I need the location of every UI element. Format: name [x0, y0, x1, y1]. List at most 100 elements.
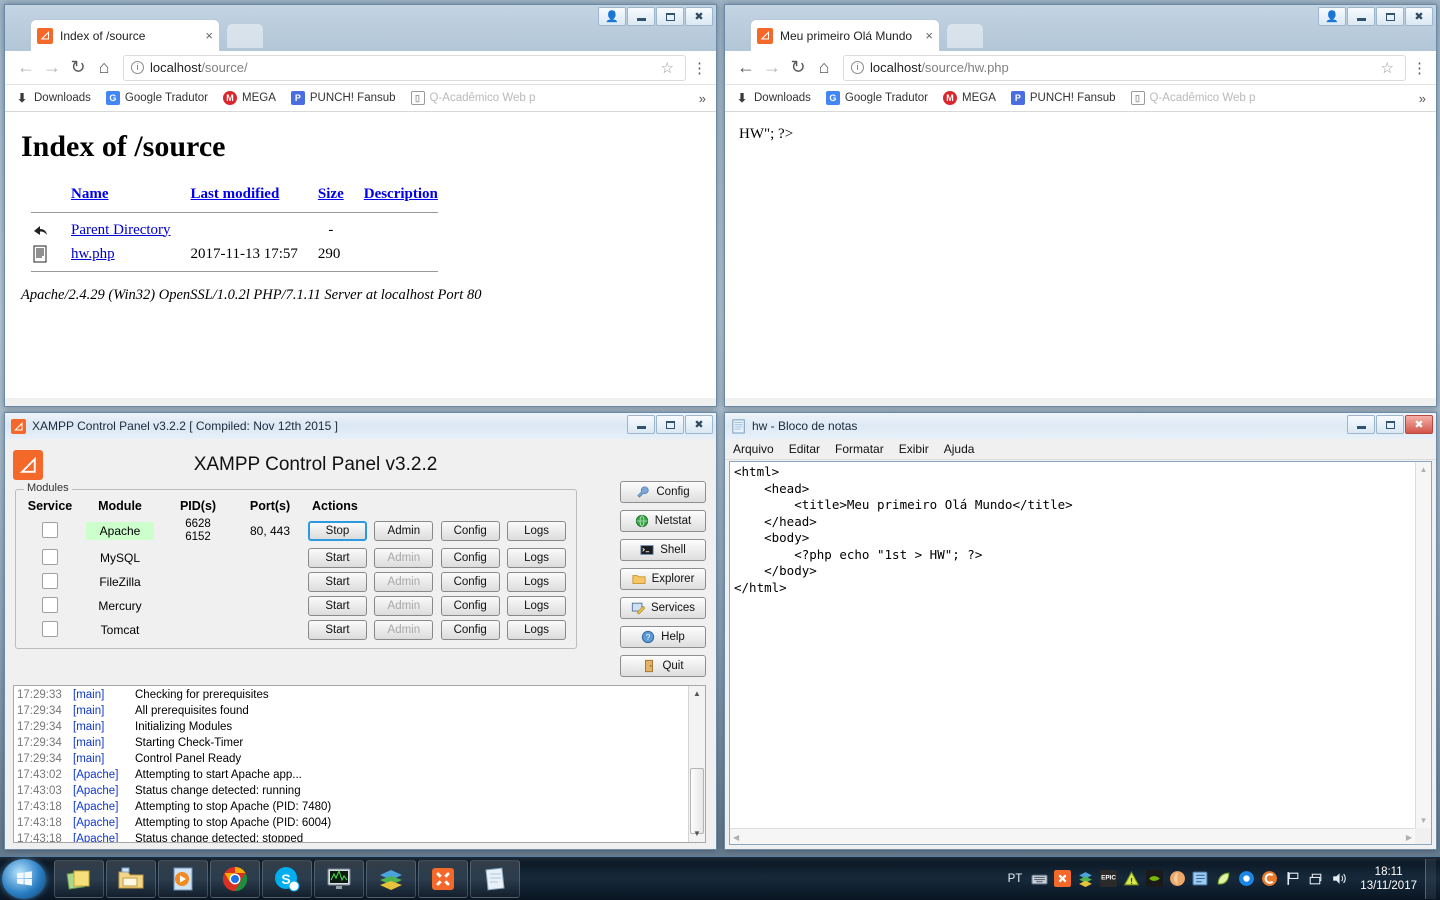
action-start-mysql[interactable]: Start [308, 548, 367, 568]
action-start-filezilla[interactable]: Start [308, 572, 367, 592]
close-button[interactable]: ✖ [1405, 7, 1433, 26]
taskbar-item-skype[interactable]: S [262, 859, 312, 898]
action-logs-tomcat[interactable]: Logs [507, 620, 567, 640]
taskbar-item-media-player[interactable] [158, 859, 208, 898]
taskbar-item-notepad[interactable] [470, 859, 520, 898]
bookmark-star-icon[interactable]: ☆ [1377, 59, 1398, 77]
service-checkbox-filezilla[interactable] [42, 572, 58, 589]
home-button[interactable]: ⌂ [811, 57, 837, 78]
reload-button[interactable]: ↻ [785, 57, 811, 78]
user-avatar-button[interactable]: 👤 [598, 7, 626, 26]
action-config-tomcat[interactable]: Config [440, 620, 500, 640]
minimize-button[interactable] [627, 7, 655, 26]
scroll-up-icon[interactable]: ▲ [1416, 465, 1431, 474]
home-button[interactable]: ⌂ [91, 57, 117, 78]
notepad-window[interactable]: hw - Bloco de notas ✖ Arquivo Editar For… [724, 412, 1437, 850]
forward-button[interactable]: → [759, 57, 785, 78]
nvidia-icon[interactable] [1146, 870, 1164, 887]
taskbar-item-task-manager[interactable] [314, 859, 364, 898]
language-indicator[interactable]: PT [1008, 873, 1023, 885]
epic-games-icon[interactable]: EPIC [1100, 870, 1118, 887]
flag-icon[interactable] [1284, 870, 1301, 887]
virtualbox-icon[interactable] [1077, 870, 1094, 887]
notepad-horizontal-scrollbar[interactable]: ◀ ▶ [730, 828, 1415, 844]
bookmarks-overflow-button[interactable]: » [699, 91, 706, 106]
maximize-button[interactable] [1376, 415, 1404, 434]
scroll-down-icon[interactable]: ▼ [689, 826, 705, 842]
notepad-content[interactable]: <html> <head> <title>Meu primeiro Olá Mu… [730, 462, 1431, 844]
minimize-button[interactable] [1347, 415, 1375, 434]
action-logs-filezilla[interactable]: Logs [507, 572, 567, 592]
taskbar-item-virtualbox[interactable] [366, 859, 416, 898]
bookmarks-overflow-button[interactable]: » [1419, 91, 1426, 106]
bookmark-star-icon[interactable]: ☆ [657, 59, 678, 77]
taskbar-item-sticky-notes[interactable] [54, 859, 104, 898]
start-button[interactable] [2, 858, 46, 899]
warning-icon[interactable]: ! [1123, 870, 1140, 887]
bookmark-q-academico[interactable]: ▯ Q-Acadêmico Web p [1130, 91, 1255, 105]
volume-icon[interactable] [1330, 870, 1347, 887]
taskbar-item-xampp[interactable] [418, 859, 468, 898]
taskbar-item-chrome[interactable] [210, 859, 260, 898]
scroll-down-icon[interactable]: ▼ [1416, 816, 1431, 825]
browser-tab-index[interactable]: ◿ Index of /source × [30, 19, 220, 51]
new-tab-button[interactable] [227, 24, 263, 48]
menu-exibir[interactable]: Exibir [899, 442, 929, 456]
chrome-window-hw[interactable]: ◿ Meu primeiro Olá Mundo × 👤 ✖ ← → ↻ ⌂ i… [724, 4, 1437, 407]
chrome-menu-icon[interactable]: ⋮ [692, 59, 708, 77]
keyboard-icon[interactable] [1031, 870, 1048, 887]
action-admin-apache[interactable]: Admin [374, 521, 434, 541]
ccleaner-icon[interactable] [1261, 870, 1278, 887]
address-bar[interactable]: i localhost/source/hw.php ☆ [843, 54, 1406, 81]
maximize-button[interactable] [656, 7, 684, 26]
close-button[interactable]: ✖ [685, 7, 713, 26]
quit-button[interactable]: Quit [620, 655, 706, 677]
service-checkbox-mysql[interactable] [42, 548, 58, 565]
action-config-mysql[interactable]: Config [440, 548, 500, 568]
help-button[interactable]: ? Help [620, 626, 706, 648]
config-button[interactable]: Config [620, 481, 706, 503]
chrome-menu-icon[interactable]: ⋮ [1412, 59, 1428, 77]
bookmark-downloads[interactable]: ⬇ Downloads [735, 91, 811, 105]
resize-grip[interactable] [1415, 828, 1431, 844]
menu-formatar[interactable]: Formatar [835, 442, 884, 456]
xampp-control-panel-window[interactable]: ◿ XAMPP Control Panel v3.2.2 [ Compiled:… [4, 412, 717, 850]
new-tab-button[interactable] [947, 24, 983, 48]
windows-icon[interactable] [1192, 870, 1209, 887]
forward-button[interactable]: → [39, 57, 65, 78]
bookmark-google-tradutor[interactable]: G Google Tradutor [105, 91, 208, 105]
address-bar[interactable]: i localhost/source/ ☆ [123, 54, 686, 81]
close-button[interactable]: ✖ [685, 415, 713, 434]
bookmark-downloads[interactable]: ⬇ Downloads [15, 91, 91, 105]
action-config-apache[interactable]: Config [440, 521, 500, 541]
service-checkbox-apache[interactable] [42, 521, 58, 538]
maximize-button[interactable] [656, 415, 684, 434]
browser-icon[interactable] [1238, 870, 1255, 887]
action-start-mercury[interactable]: Start [308, 596, 367, 616]
link-hw-php[interactable]: hw.php [71, 246, 115, 262]
reload-button[interactable]: ↻ [65, 57, 91, 78]
scroll-right-icon[interactable]: ▶ [1406, 833, 1412, 842]
bookmark-q-academico[interactable]: ▯ Q-Acadêmico Web p [410, 91, 535, 105]
bookmark-google-tradutor[interactable]: G Google Tradutor [825, 91, 928, 105]
minimize-button[interactable] [627, 415, 655, 434]
action-logs-mysql[interactable]: Logs [507, 548, 567, 568]
scroll-left-icon[interactable]: ◀ [733, 833, 739, 842]
info-icon[interactable]: i [851, 61, 864, 74]
scrollbar-thumb[interactable] [690, 768, 704, 834]
clock[interactable]: 18:11 13/11/2017 [1360, 865, 1417, 893]
notepad-vertical-scrollbar[interactable]: ▲ ▼ [1415, 462, 1431, 828]
action-stop-apache[interactable]: Stop [308, 521, 367, 541]
close-tab-icon[interactable]: × [205, 28, 213, 43]
scroll-up-icon[interactable]: ▲ [689, 686, 705, 702]
bookmark-mega[interactable]: M MEGA [943, 91, 996, 105]
service-checkbox-tomcat[interactable] [42, 620, 58, 637]
browser-tab-hw[interactable]: ◿ Meu primeiro Olá Mundo × [750, 19, 940, 51]
services-button[interactable]: Services [620, 597, 706, 619]
maximize-button[interactable] [1376, 7, 1404, 26]
menu-arquivo[interactable]: Arquivo [733, 442, 774, 456]
menu-ajuda[interactable]: Ajuda [944, 442, 975, 456]
network-icon[interactable] [1307, 870, 1324, 887]
notepad-text-area[interactable]: <html> <head> <title>Meu primeiro Olá Mu… [729, 461, 1432, 845]
user-avatar-button[interactable]: 👤 [1318, 7, 1346, 26]
